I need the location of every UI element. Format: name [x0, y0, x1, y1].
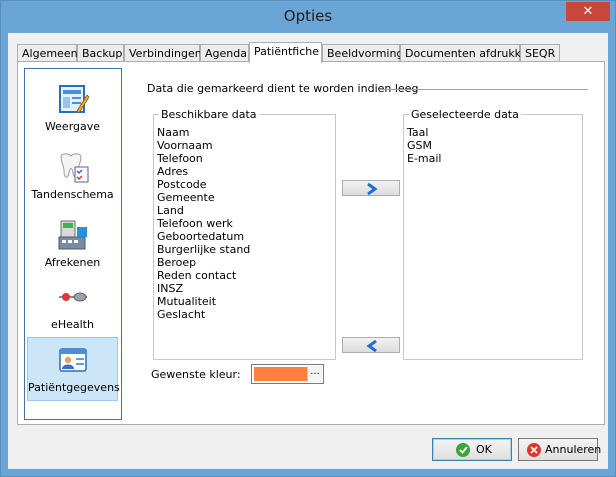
list-item[interactable]: Beroep — [157, 256, 250, 269]
tab-verbindingen[interactable]: Verbindingen — [124, 44, 202, 61]
ehealth-connector-icon — [59, 292, 87, 302]
available-data-label: Beschikbare data — [159, 108, 259, 121]
title-bar[interactable]: Opties ✕ — [1, 1, 615, 33]
list-item[interactable]: Reden contact — [157, 269, 250, 282]
color-label: Gewenste kleur: — [151, 368, 241, 381]
sidebar: Weergave Tandenschema Afrekenen eHealth … — [24, 68, 122, 420]
dialog-body: Algemeen Backup Verbindingen Agenda Pati… — [8, 33, 608, 469]
arrow-right-icon — [367, 183, 378, 195]
list-item[interactable]: Land — [157, 204, 250, 217]
list-item[interactable]: E-mail — [407, 152, 442, 165]
window-title: Opties — [283, 7, 333, 25]
list-item[interactable]: Telefoon werk — [157, 217, 250, 230]
tab-documenten-afdrukken[interactable]: Documenten afdrukken — [400, 44, 534, 61]
sidebar-item-label: eHealth — [51, 318, 94, 331]
tab-patientfiche[interactable]: Patiëntfiche — [249, 42, 322, 63]
tab-seqr[interactable]: SEQR — [520, 44, 560, 61]
tab-backup[interactable]: Backup — [77, 44, 124, 61]
options-window: Opties ✕ Algemeen Backup Verbindingen Ag… — [0, 0, 616, 477]
patient-card-icon — [59, 348, 87, 372]
selected-data-label: Geselecteerde data — [409, 108, 521, 121]
list-item[interactable]: Adres — [157, 165, 250, 178]
remove-from-selected-button[interactable] — [342, 337, 400, 353]
list-item[interactable]: Burgerlijke stand — [157, 243, 250, 256]
sidebar-item-ehealth[interactable]: eHealth — [27, 275, 118, 339]
layout-pencil-icon — [59, 85, 89, 114]
list-item[interactable]: Taal — [407, 126, 442, 139]
tab-panel: Weergave Tandenschema Afrekenen eHealth … — [17, 61, 605, 425]
color-picker[interactable]: ... — [251, 364, 324, 384]
ok-label: OK — [476, 443, 492, 456]
arrow-left-icon — [366, 340, 377, 352]
check-mark-icon — [459, 446, 468, 454]
sidebar-item-label: Weergave — [44, 120, 101, 133]
list-item[interactable]: Geboortedatum — [157, 230, 250, 243]
tab-algemeen[interactable]: Algemeen — [17, 44, 78, 61]
sidebar-item-weergave[interactable]: Weergave — [27, 77, 118, 141]
sidebar-item-afrekenen[interactable]: Afrekenen — [27, 213, 118, 277]
ok-button[interactable]: OK — [432, 438, 512, 461]
section-title: Data die gemarkeerd dient te worden indi… — [147, 82, 419, 95]
tab-agenda[interactable]: Agenda — [200, 44, 249, 61]
list-item[interactable]: Naam — [157, 126, 250, 139]
section-divider — [382, 89, 588, 90]
cancel-label: Annuleren — [545, 443, 602, 456]
list-item[interactable]: Mutualiteit — [157, 295, 250, 308]
cash-register-icon — [58, 220, 87, 250]
list-item[interactable]: Postcode — [157, 178, 250, 191]
sidebar-item-tandenschema[interactable]: Tandenschema — [27, 145, 118, 209]
close-button[interactable]: ✕ — [566, 2, 610, 21]
list-item[interactable]: Telefoon — [157, 152, 250, 165]
list-item[interactable]: INSZ — [157, 282, 250, 295]
available-data-list[interactable]: Beschikbare data Naam Voornaam Telefoon … — [153, 108, 336, 360]
close-icon: ✕ — [582, 4, 594, 19]
sidebar-item-label: Patiëntgegevens — [28, 381, 120, 394]
list-item[interactable]: GSM — [407, 139, 442, 152]
list-item[interactable]: Geslacht — [157, 308, 250, 321]
add-to-selected-button[interactable] — [342, 180, 400, 196]
color-swatch — [254, 367, 310, 381]
cancel-button[interactable]: Annuleren — [518, 438, 602, 461]
sidebar-item-label: Afrekenen — [44, 256, 101, 269]
cross-mark-icon — [530, 446, 538, 454]
list-item[interactable]: Gemeente — [157, 191, 250, 204]
color-browse-button[interactable]: ... — [307, 366, 322, 382]
sidebar-item-label: Tandenschema — [31, 188, 114, 201]
selected-data-list[interactable]: Geselecteerde data Taal GSM E-mail — [403, 108, 583, 360]
tab-beeldvorming[interactable]: Beeldvorming — [322, 44, 403, 61]
tooth-icon — [60, 153, 89, 183]
list-item[interactable]: Voornaam — [157, 139, 250, 152]
sidebar-item-patientgegevens[interactable]: Patiëntgegevens — [27, 337, 120, 401]
